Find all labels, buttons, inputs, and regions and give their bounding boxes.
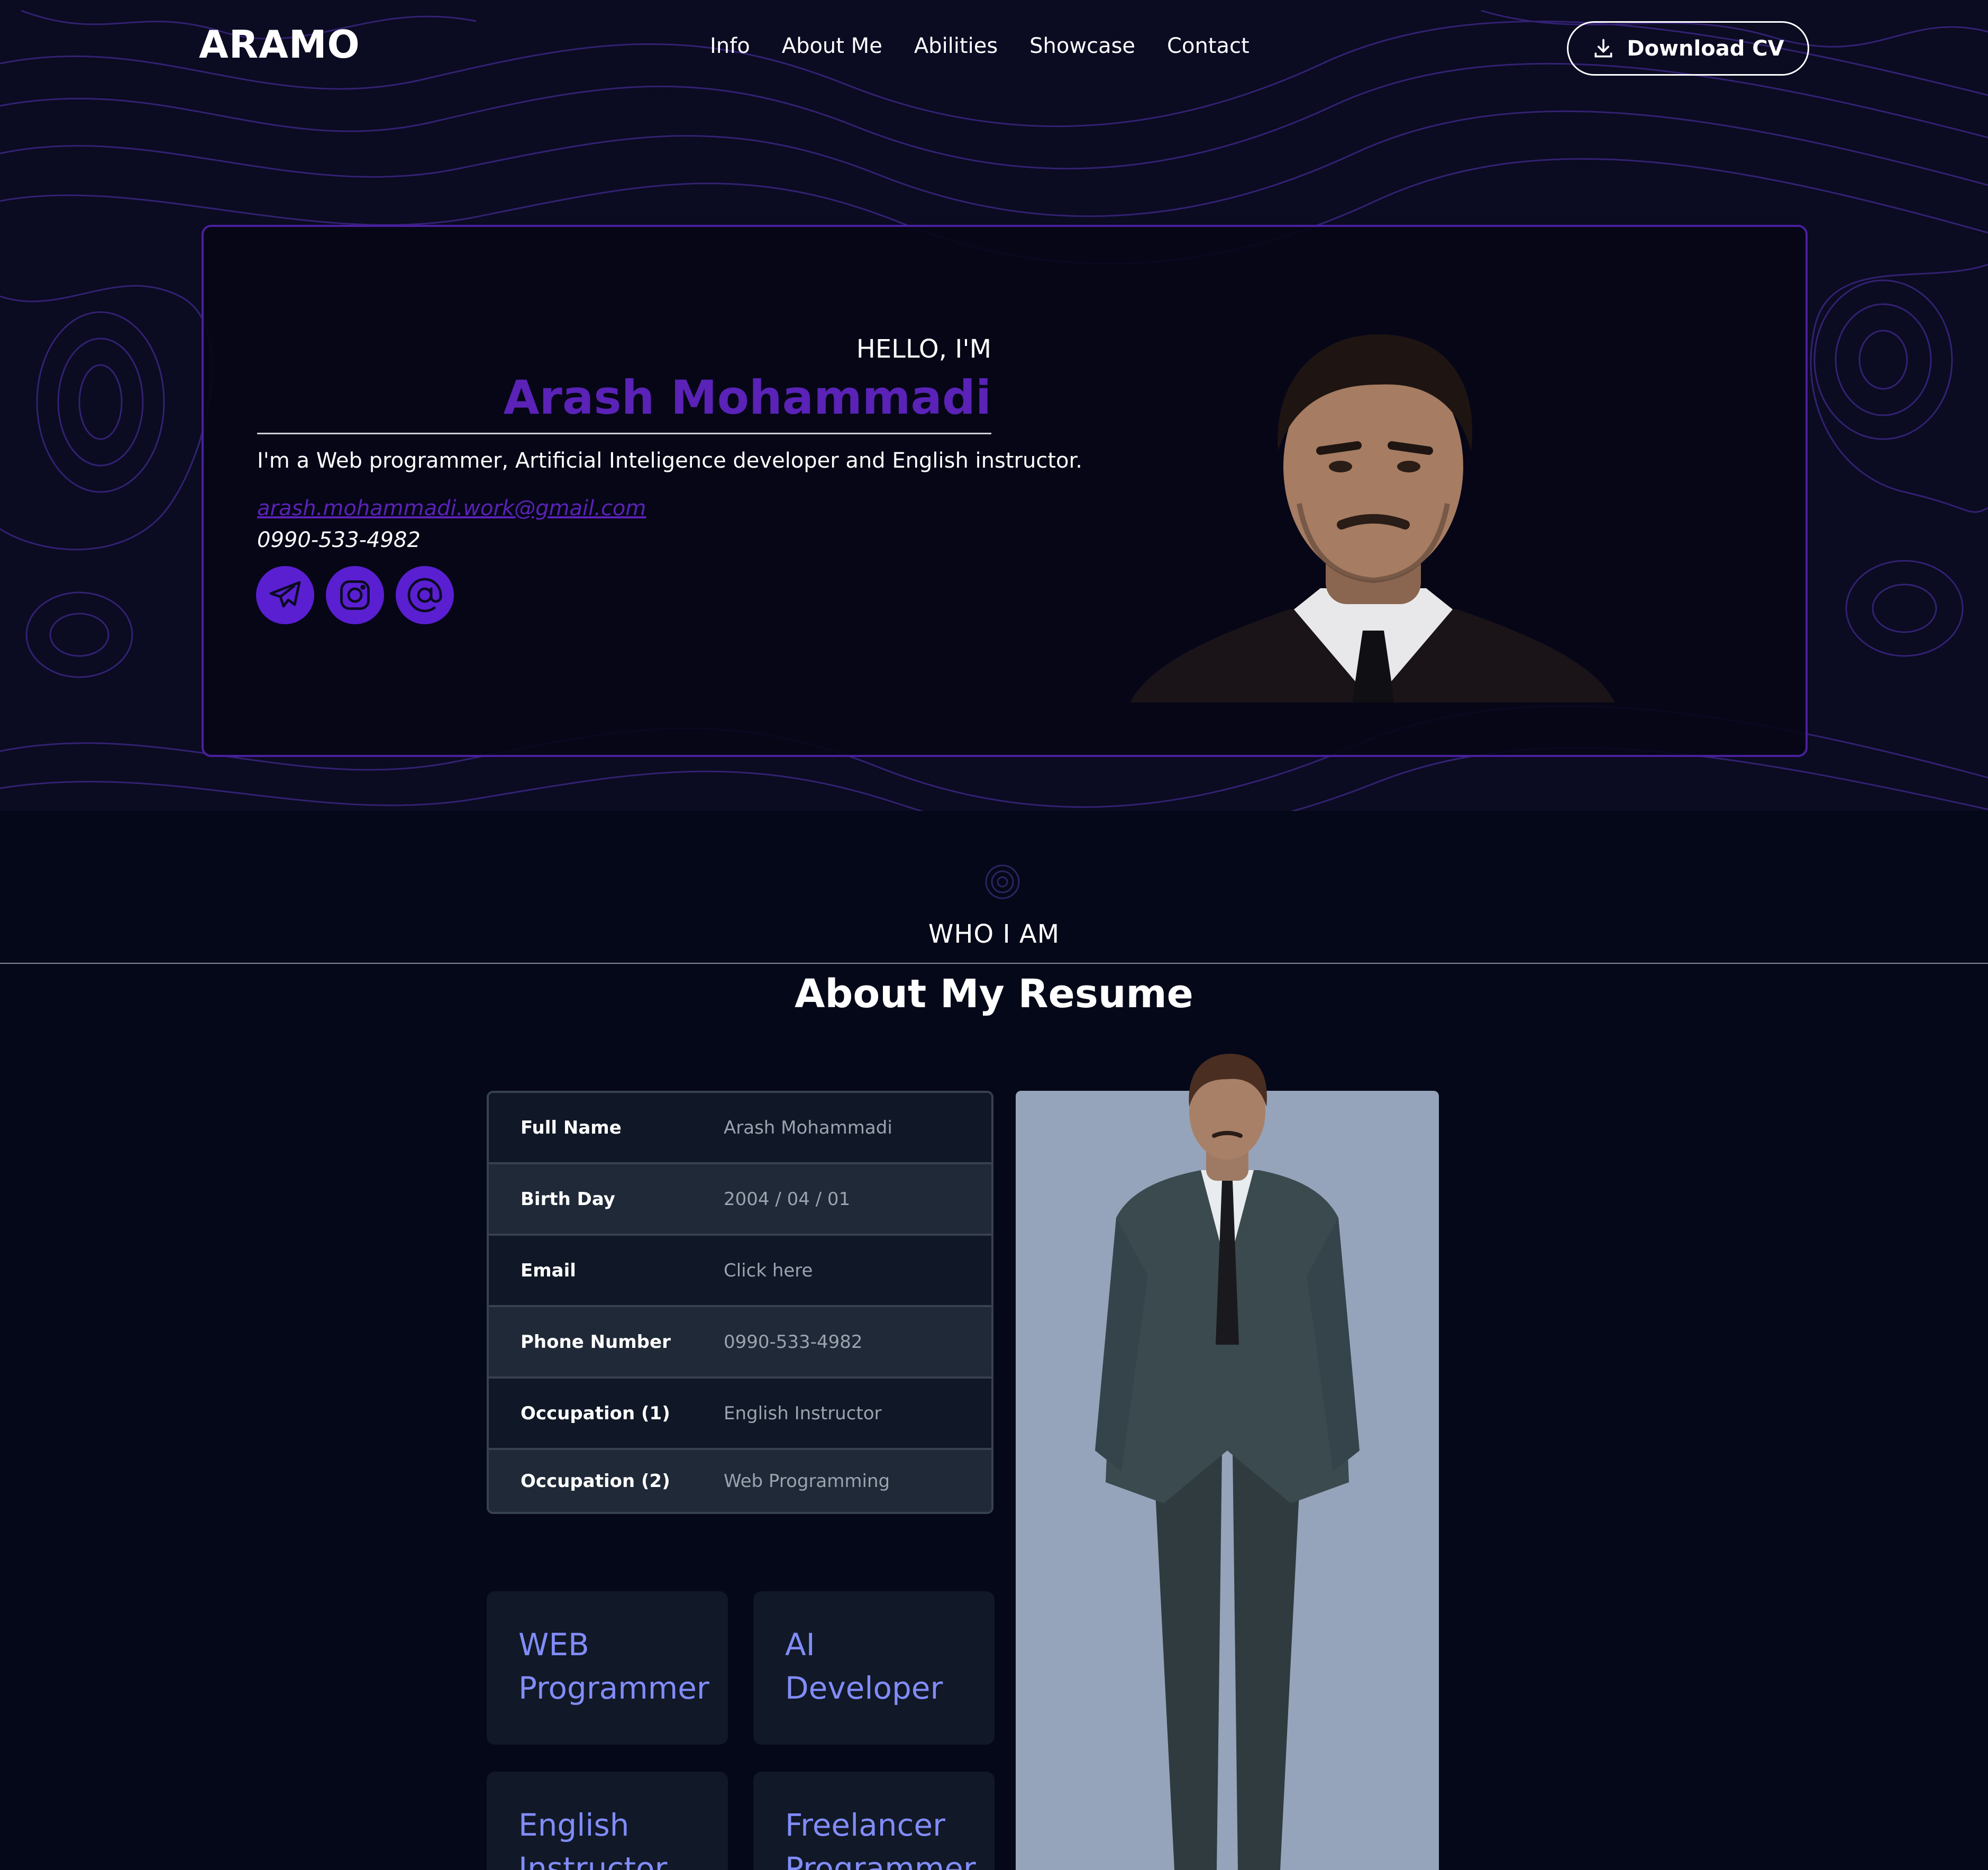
social-links bbox=[256, 566, 454, 624]
target-icon bbox=[985, 864, 1020, 899]
role-card-english-instructor: English Instructor bbox=[487, 1772, 728, 1870]
role-line: English bbox=[518, 1807, 630, 1843]
hero-greeting: HELLO, I'M bbox=[856, 334, 991, 364]
info-value: English Instructor bbox=[724, 1402, 882, 1424]
table-row: Birth Day 2004 / 04 / 01 bbox=[489, 1164, 991, 1236]
table-row: Full Name Arash Mohammadi bbox=[489, 1093, 991, 1164]
hero-portrait bbox=[1130, 334, 1615, 703]
email-click-link[interactable]: Click here bbox=[724, 1260, 813, 1281]
info-value: Web Programming bbox=[724, 1470, 890, 1492]
role-line: Programmer bbox=[785, 1850, 976, 1870]
table-row: Occupation (1) English Instructor bbox=[489, 1379, 991, 1450]
nav-link-abilities[interactable]: Abilities bbox=[914, 34, 998, 58]
table-row: Occupation (2) Web Programming bbox=[489, 1450, 991, 1512]
at-sign-icon bbox=[407, 578, 442, 613]
email-button[interactable] bbox=[396, 566, 454, 624]
role-card-ai-developer: AI Developer bbox=[753, 1591, 995, 1745]
info-key: Birth Day bbox=[521, 1188, 615, 1210]
info-key: Phone Number bbox=[521, 1331, 671, 1353]
full-body-portrait bbox=[1095, 1054, 1360, 1870]
role-line: AI bbox=[785, 1627, 815, 1663]
role-line: Developer bbox=[785, 1670, 943, 1706]
hero-email-link[interactable]: arash.mohammadi.work@gmail.com bbox=[257, 496, 646, 521]
role-card-freelancer-programmer: Freelancer Programmer bbox=[753, 1772, 995, 1870]
download-cv-label: Download CV bbox=[1627, 36, 1784, 61]
info-key: Email bbox=[521, 1260, 576, 1281]
nav-link-about-me[interactable]: About Me bbox=[782, 34, 882, 58]
info-value: 0990-533-4982 bbox=[724, 1331, 863, 1353]
telegram-button[interactable] bbox=[256, 566, 314, 624]
hero-description: I'm a Web programmer, Artificial Intelig… bbox=[257, 449, 1082, 473]
role-line: Programmer bbox=[518, 1670, 709, 1706]
nav-link-contact[interactable]: Contact bbox=[1167, 34, 1250, 58]
hero-phone: 0990-533-4982 bbox=[257, 528, 421, 552]
download-cv-button[interactable]: Download CV bbox=[1567, 21, 1809, 76]
info-value: Arash Mohammadi bbox=[724, 1117, 892, 1138]
section-label: WHO I AM bbox=[928, 919, 1060, 949]
hero-divider bbox=[257, 433, 991, 434]
hero-name: Arash Mohammadi bbox=[503, 370, 991, 425]
info-key: Occupation (1) bbox=[521, 1402, 670, 1424]
section-divider bbox=[0, 963, 1988, 964]
info-key: Full Name bbox=[521, 1117, 622, 1138]
nav-link-info[interactable]: Info bbox=[710, 34, 750, 58]
site-logo[interactable]: ARAMO bbox=[199, 22, 360, 67]
role-line: Freelancer bbox=[785, 1807, 945, 1843]
role-line: WEB bbox=[518, 1627, 589, 1663]
info-table: Full Name Arash Mohammadi Birth Day 2004… bbox=[487, 1091, 993, 1514]
telegram-icon bbox=[269, 581, 301, 608]
table-row: Email Click here bbox=[489, 1236, 991, 1307]
hero-name-container: Arash Mohammadi bbox=[257, 370, 991, 425]
instagram-icon bbox=[340, 580, 370, 610]
nav-link-showcase[interactable]: Showcase bbox=[1029, 34, 1135, 58]
instagram-button[interactable] bbox=[326, 566, 384, 624]
main-nav: Info About Me Abilities Showcase Contact bbox=[710, 34, 1250, 58]
table-row: Phone Number 0990-533-4982 bbox=[489, 1307, 991, 1379]
download-icon bbox=[1594, 39, 1612, 57]
info-value: 2004 / 04 / 01 bbox=[724, 1188, 851, 1210]
info-key: Occupation (2) bbox=[521, 1470, 670, 1492]
section-title: About My Resume bbox=[795, 971, 1193, 1017]
role-card-web-programmer: WEB Programmer bbox=[487, 1591, 728, 1745]
role-line: Instructor bbox=[518, 1850, 668, 1870]
